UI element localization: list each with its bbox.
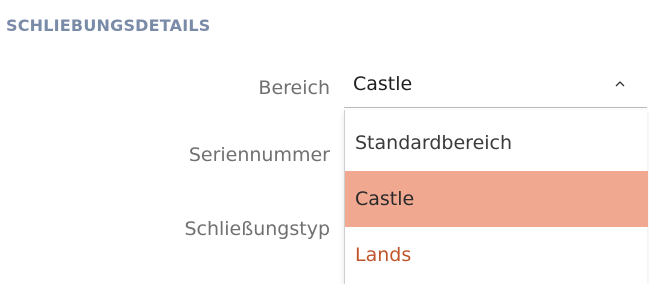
dropdown-option-castle[interactable]: Castle [345, 171, 648, 227]
section-title: SCHLIEBUNGSDETAILS [6, 16, 211, 35]
dropdown-option-standardbereich[interactable]: Standardbereich [345, 115, 648, 171]
bereich-dropdown-list: Standardbereich Castle Lands [344, 110, 648, 284]
bereich-label: Bereich [258, 77, 330, 99]
schliessungstyp-label: Schließungstyp [184, 218, 330, 240]
bereich-select[interactable]: Castle [344, 66, 647, 108]
dropdown-option-lands[interactable]: Lands [345, 227, 648, 283]
bereich-select-value: Castle [353, 73, 413, 95]
seriennummer-label: Seriennummer [188, 144, 330, 166]
chevron-up-icon[interactable] [615, 79, 625, 89]
